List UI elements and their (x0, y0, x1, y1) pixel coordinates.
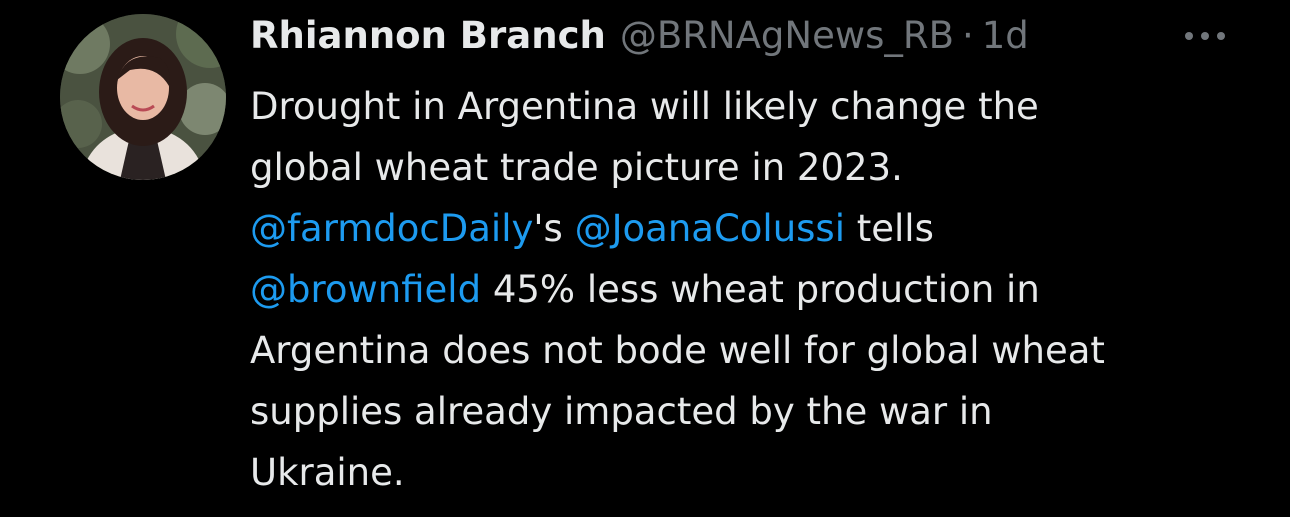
author-handle[interactable]: @BRNAgNews_RB (620, 12, 954, 60)
tweet-text-fragment: tells (845, 207, 934, 250)
tweet-content: Rhiannon Branch @BRNAgNews_RB · 1d Droug… (250, 12, 1260, 503)
header-separator: · (961, 14, 974, 57)
profile-photo-icon (60, 14, 226, 180)
mention-link-brownfield[interactable]: @brownfield (250, 268, 481, 311)
tweet-header: Rhiannon Branch @BRNAgNews_RB · 1d (250, 12, 1260, 60)
tweet-text-line: Drought in Argentina will likely change … (250, 85, 1039, 128)
tweet-timestamp[interactable]: 1d (982, 12, 1029, 60)
tweet-text-line: @farmdocDaily's @JoanaColussi tells (250, 198, 1250, 259)
mention-link-farmdocdaily[interactable]: @farmdocDaily (250, 207, 533, 250)
tweet[interactable]: Rhiannon Branch @BRNAgNews_RB · 1d Droug… (0, 0, 1290, 517)
tweet-text-fragment: 45% less wheat production in (481, 268, 1040, 311)
more-horizontal-icon (1185, 32, 1225, 40)
tweet-text: Drought in Argentina will likely change … (250, 76, 1250, 503)
tweet-text-line: Argentina does not bode well for global … (250, 329, 1105, 372)
tweet-text-fragment: 's (533, 207, 575, 250)
mention-link-joanacolussi[interactable]: @JoanaColussi (575, 207, 845, 250)
author-display-name[interactable]: Rhiannon Branch (250, 12, 606, 60)
avatar[interactable] (60, 14, 226, 180)
more-options-button[interactable] (1182, 24, 1228, 48)
tweet-text-line: supplies already impacted by the war in (250, 390, 993, 433)
tweet-text-line: global wheat trade picture in 2023. (250, 146, 903, 189)
tweet-text-line: @brownfield 45% less wheat production in (250, 259, 1250, 320)
tweet-text-line: Ukraine. (250, 451, 405, 494)
